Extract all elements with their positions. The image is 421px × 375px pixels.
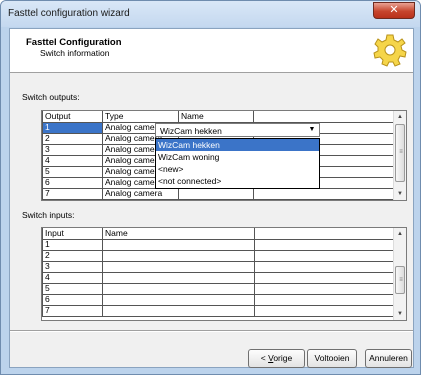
output-cell[interactable]: 5 — [42, 165, 103, 178]
name-cell[interactable] — [102, 304, 255, 317]
filler-cell — [254, 238, 399, 251]
table-row[interactable]: 6 — [42, 293, 399, 306]
name-cell[interactable] — [102, 249, 255, 262]
column-header-type[interactable]: Type — [102, 111, 179, 123]
close-icon: ✕ — [389, 4, 399, 16]
page-subtitle: Switch information — [40, 48, 110, 58]
filler-cell — [254, 304, 399, 317]
table-row[interactable]: 3 — [42, 260, 399, 273]
up-arrow-icon[interactable]: ▲ — [394, 228, 406, 240]
name-dropdown-list: WizCam hekken WizCam woning <new> <not c… — [155, 138, 320, 189]
table-row[interactable]: 1 — [42, 238, 399, 251]
type-cell[interactable]: Analog camera — [102, 187, 179, 200]
gear-icon — [373, 34, 407, 67]
outputs-header-row: Output Type Name — [42, 111, 399, 123]
filler-cell — [254, 249, 399, 262]
back-button-label: orige — [273, 353, 293, 363]
output-cell[interactable]: 7 — [42, 187, 103, 200]
input-cell[interactable]: 1 — [42, 238, 103, 251]
table-row[interactable]: 5 — [42, 282, 399, 295]
grip-icon: ≡ — [399, 277, 403, 283]
input-cell[interactable]: 2 — [42, 249, 103, 262]
outputs-scrollbar[interactable]: ▲ ≡ ▼ — [393, 111, 406, 200]
close-button[interactable]: ✕ — [373, 2, 415, 19]
column-header-name[interactable]: Name — [178, 111, 254, 123]
column-header-filler — [253, 111, 399, 123]
name-cell[interactable] — [102, 293, 255, 306]
grip-icon: ≡ — [399, 149, 403, 155]
down-arrow-icon[interactable]: ▼ — [394, 308, 406, 320]
filler-cell — [253, 187, 399, 200]
filler-cell — [254, 282, 399, 295]
input-cell[interactable]: 4 — [42, 271, 103, 284]
dropdown-option[interactable]: <not connected> — [156, 175, 319, 187]
output-cell[interactable]: 6 — [42, 176, 103, 189]
inputs-table: Input Name 1 2 3 4 5 6 7 — [42, 228, 399, 317]
table-row[interactable]: 7 Analog camera — [42, 187, 399, 200]
name-cell[interactable] — [102, 238, 255, 251]
inputs-scrollbar[interactable]: ▲ ≡ ▼ — [393, 228, 406, 320]
inputs-header-row: Input Name — [42, 228, 399, 240]
chevron-down-icon[interactable]: ▼ — [306, 125, 318, 135]
name-cell[interactable] — [102, 282, 255, 295]
input-cell[interactable]: 6 — [42, 293, 103, 306]
name-cell[interactable] — [102, 271, 255, 284]
page-title: Fasttel Configuration — [26, 37, 122, 48]
scrollbar-thumb[interactable]: ≡ — [395, 124, 405, 182]
back-button-prefix: < — [260, 353, 269, 363]
column-header-name[interactable]: Name — [102, 228, 255, 240]
column-header-input[interactable]: Input — [42, 228, 103, 240]
column-header-filler — [254, 228, 399, 240]
switch-outputs-label: Switch outputs: — [22, 92, 80, 102]
column-header-output[interactable]: Output — [42, 111, 103, 123]
dropdown-option[interactable]: WizCam hekken — [156, 139, 319, 151]
name-cell[interactable] — [178, 187, 254, 200]
switch-inputs-label: Switch inputs: — [22, 210, 75, 220]
wizard-header: Fasttel Configuration Switch information — [10, 29, 413, 73]
input-cell[interactable]: 3 — [42, 260, 103, 273]
dropdown-option[interactable]: <new> — [156, 163, 319, 175]
output-cell[interactable]: 1 — [42, 121, 103, 134]
output-cell[interactable]: 3 — [42, 143, 103, 156]
wizard-window: Fasttel configuration wizard ✕ Fasttel C… — [0, 0, 421, 375]
input-cell[interactable]: 5 — [42, 282, 103, 295]
title-bar: Fasttel configuration wizard ✕ — [1, 1, 420, 27]
filler-cell — [254, 293, 399, 306]
down-arrow-icon[interactable]: ▼ — [394, 188, 406, 200]
up-arrow-icon[interactable]: ▲ — [394, 111, 406, 123]
scrollbar-thumb[interactable]: ≡ — [395, 266, 405, 294]
output-cell[interactable]: 2 — [42, 132, 103, 145]
filler-cell — [254, 271, 399, 284]
combobox-value: WizCam hekken — [160, 126, 222, 136]
window-title: Fasttel configuration wizard — [8, 8, 130, 19]
finish-button[interactable]: Voltooien — [307, 349, 357, 368]
filler-cell — [254, 260, 399, 273]
table-row[interactable]: 4 — [42, 271, 399, 284]
cancel-button[interactable]: Annuleren — [365, 349, 412, 368]
wizard-client-area: Fasttel Configuration Switch information… — [9, 28, 414, 368]
name-cell[interactable] — [102, 260, 255, 273]
dropdown-option[interactable]: WizCam woning — [156, 151, 319, 163]
switch-inputs-grid: Input Name 1 2 3 4 5 6 7 ▲ ≡ ▼ — [41, 227, 407, 321]
name-combobox[interactable]: WizCam hekken ▼ — [155, 123, 320, 137]
output-cell[interactable]: 4 — [42, 154, 103, 167]
back-button[interactable]: < Vorige — [248, 349, 305, 368]
table-row[interactable]: 2 — [42, 249, 399, 262]
footer-separator — [10, 330, 413, 332]
table-row[interactable]: 7 — [42, 304, 399, 317]
input-cell[interactable]: 7 — [42, 304, 103, 317]
